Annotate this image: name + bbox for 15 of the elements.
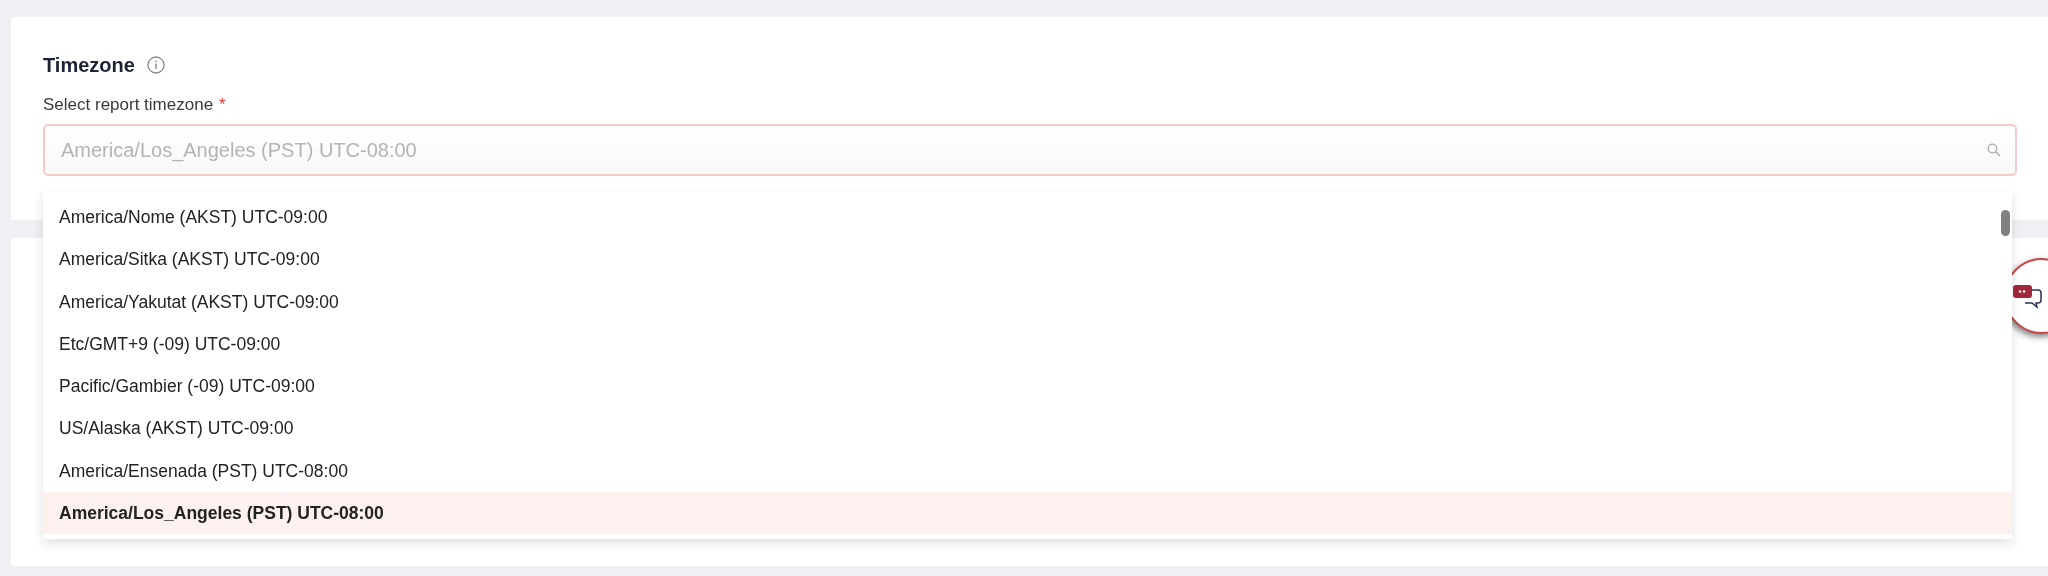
timezone-option[interactable]: Etc/GMT+9 (-09) UTC-09:00 <box>43 322 2012 366</box>
timezone-option[interactable]: America/Sitka (AKST) UTC-09:00 <box>43 238 2012 281</box>
timezone-option[interactable]: Pacific/Gambier (-09) UTC-09:00 <box>43 365 2012 408</box>
timezone-search-field[interactable]: America/Los_Angeles (PST) UTC-08:00 <box>43 124 2017 176</box>
search-icon <box>1987 143 2001 157</box>
required-mark: * <box>219 95 226 115</box>
timezone-option[interactable]: US/Alaska (AKST) UTC-09:00 <box>43 407 2012 450</box>
timezone-option[interactable]: America/Nome (AKST) UTC-09:00 <box>43 196 2012 239</box>
field-label: Select report timezone <box>43 95 214 115</box>
timezone-option[interactable]: America/Los_Angeles (PST) UTC-08:00 <box>43 492 2012 535</box>
timezone-option[interactable]: America/Yakutat (AKST) UTC-09:00 <box>43 280 2012 323</box>
timezone-option[interactable]: America/Ensenada (PST) UTC-08:00 <box>43 449 2012 493</box>
info-icon[interactable] <box>146 56 165 74</box>
scrollbar-thumb[interactable] <box>2001 210 2010 236</box>
section-title: Timezone <box>43 53 135 77</box>
